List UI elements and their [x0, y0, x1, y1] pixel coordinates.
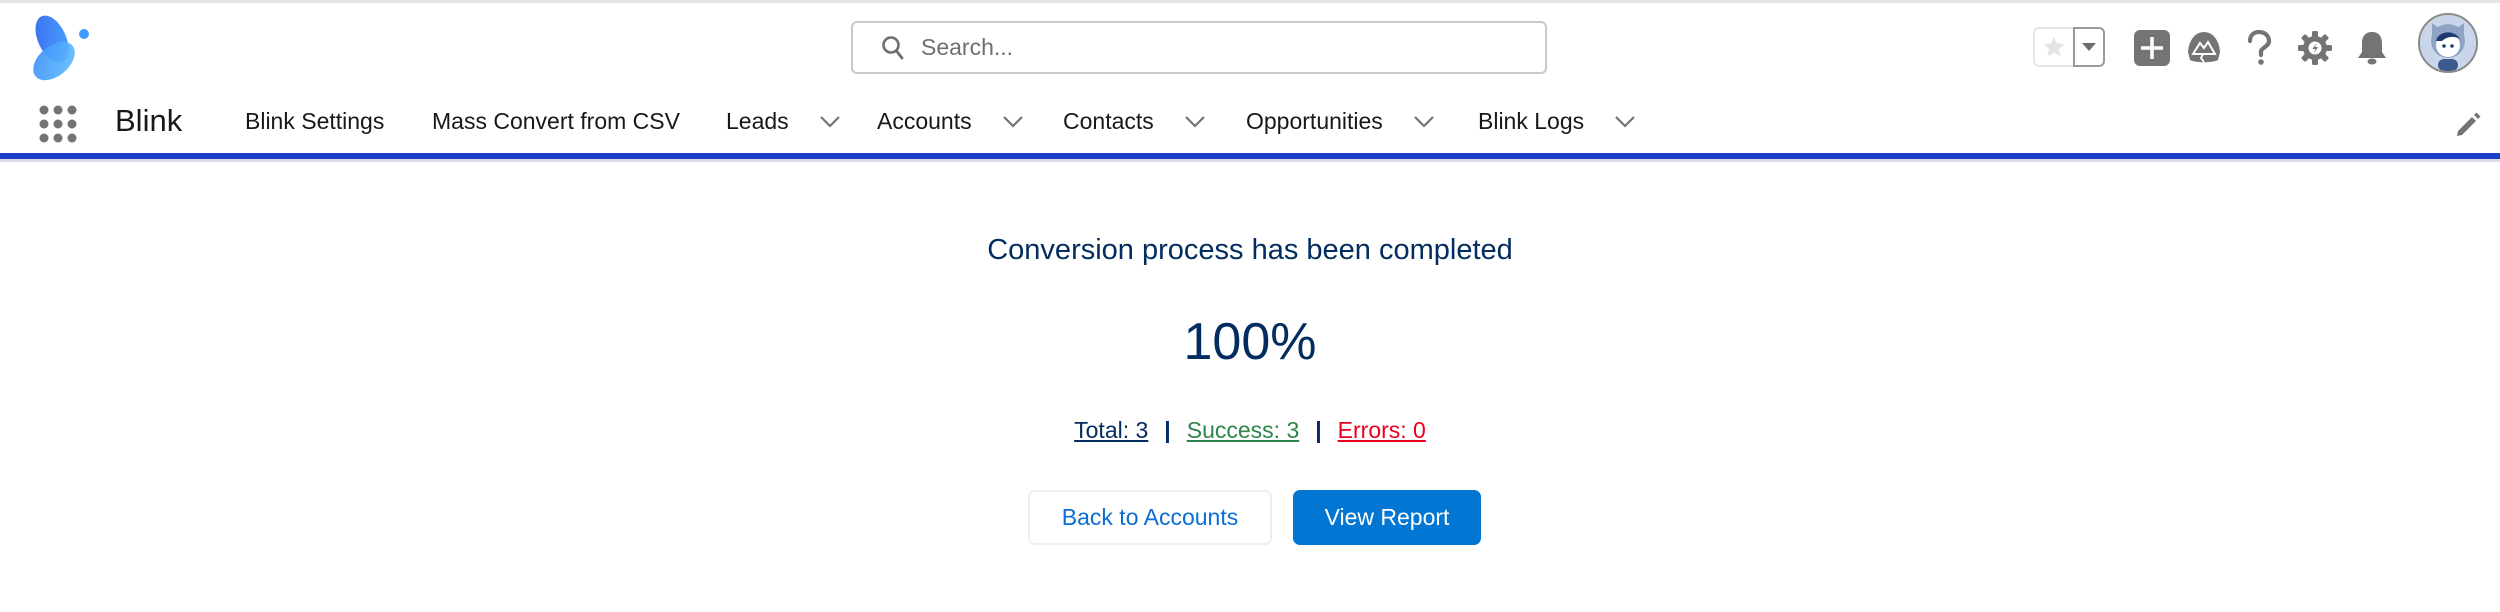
chevron-down-icon[interactable] — [1614, 115, 1636, 129]
nav-item-label: Mass Convert from CSV — [432, 108, 680, 134]
chevron-down-icon[interactable] — [1184, 115, 1206, 129]
global-create-button[interactable] — [2133, 29, 2171, 67]
blink-logo[interactable] — [24, 13, 96, 85]
help-button[interactable] — [2240, 29, 2278, 67]
favorite-button[interactable] — [2033, 27, 2073, 67]
star-icon — [2043, 36, 2065, 57]
app-navigation-bar: Blink Blink Settings Mass Convert from C… — [0, 89, 2500, 153]
stats-separator: | — [1164, 417, 1171, 443]
setup-button[interactable] — [2296, 29, 2334, 67]
nav-item-accounts[interactable]: Accounts — [877, 108, 1024, 135]
nav-item-label: Blink Settings — [245, 108, 385, 134]
errors-link[interactable]: Errors: 0 — [1338, 417, 1426, 443]
nav-item-label: Blink Logs — [1478, 108, 1585, 134]
app-name: Blink — [115, 103, 183, 138]
trailhead-button[interactable] — [2185, 29, 2223, 67]
plus-icon — [2134, 30, 2170, 66]
nav-item-label: Opportunities — [1246, 108, 1383, 134]
nav-item-opportunities[interactable]: Opportunities — [1246, 108, 1435, 135]
nav-item-leads[interactable]: Leads — [726, 108, 841, 135]
user-avatar[interactable] — [2418, 13, 2478, 73]
nav-item-label: Accounts — [877, 108, 972, 134]
nav-item-mass-convert-from-csv[interactable]: Mass Convert from CSV — [432, 108, 680, 135]
progress-percent: 100% — [1183, 313, 1317, 371]
nav-item-blink-settings[interactable]: Blink Settings — [245, 108, 384, 135]
favorites-dropdown-button[interactable] — [2073, 27, 2105, 67]
stats-separator: | — [1315, 417, 1322, 443]
conversion-result-panel: Conversion process has been completed 10… — [0, 162, 2500, 612]
global-header — [0, 3, 2500, 89]
search-icon — [882, 35, 904, 59]
view-report-button[interactable]: View Report — [1293, 490, 1481, 545]
chevron-down-icon[interactable] — [819, 115, 841, 129]
conversion-stats: Total: 3 | Success: 3 | Errors: 0 — [0, 417, 2500, 444]
chevron-down-icon[interactable] — [1413, 115, 1435, 129]
back-to-accounts-button[interactable]: Back to Accounts — [1028, 490, 1272, 545]
nav-item-label: Contacts — [1063, 108, 1154, 134]
app-launcher-icon[interactable] — [38, 104, 78, 144]
help-icon — [2247, 30, 2272, 65]
success-link[interactable]: Success: 3 — [1187, 417, 1300, 443]
edit-nav-pencil-icon[interactable] — [2454, 111, 2482, 139]
nav-item-blink-logs[interactable]: Blink Logs — [1478, 108, 1636, 135]
search-input[interactable] — [919, 33, 1483, 62]
trailhead-icon — [2188, 32, 2220, 63]
notifications-button[interactable] — [2353, 29, 2391, 67]
chevron-down-icon[interactable] — [1002, 115, 1024, 129]
nav-item-contacts[interactable]: Contacts — [1063, 108, 1206, 135]
total-link[interactable]: Total: 3 — [1074, 417, 1148, 443]
caret-down-icon — [2082, 43, 2096, 51]
global-search[interactable] — [851, 21, 1547, 74]
notifications-bell-icon — [2358, 32, 2386, 65]
astro-avatar-icon — [2420, 15, 2476, 71]
setup-gear-icon — [2298, 31, 2332, 65]
favorites-group — [2033, 27, 2105, 69]
nav-item-label: Leads — [726, 108, 789, 134]
status-title: Conversion process has been completed — [987, 234, 1513, 266]
